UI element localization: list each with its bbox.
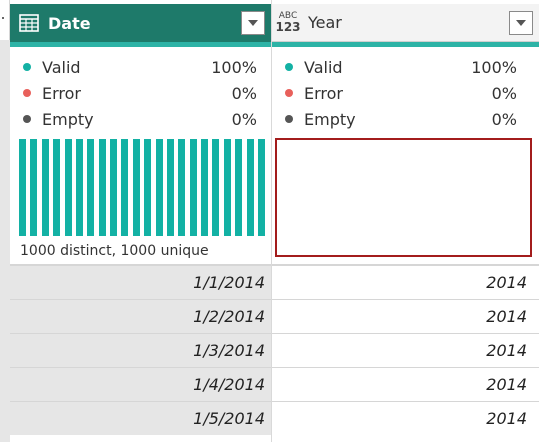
empty-value: 0% bbox=[491, 109, 517, 129]
histogram-bar[interactable] bbox=[87, 139, 94, 236]
histogram-bar[interactable] bbox=[178, 139, 185, 236]
histogram-bar[interactable] bbox=[133, 139, 140, 236]
histogram-bar[interactable] bbox=[247, 139, 254, 236]
histogram-bar[interactable] bbox=[156, 139, 163, 236]
histogram-bar[interactable] bbox=[201, 139, 208, 236]
date-column-title: Date bbox=[48, 13, 91, 33]
date-column: Date Valid 100% Error 0% Empty 0% 1000 d… bbox=[10, 0, 271, 442]
histogram-bar[interactable] bbox=[65, 139, 72, 236]
chevron-down-icon bbox=[516, 19, 526, 26]
error-label: Error bbox=[304, 83, 343, 103]
any-type-icon[interactable]: ABC 123 bbox=[275, 9, 301, 37]
histogram-bar[interactable] bbox=[212, 139, 219, 236]
date-column-header[interactable]: Date bbox=[10, 4, 271, 42]
date-cell[interactable]: 1/1/2014 bbox=[10, 265, 271, 299]
chevron-down-icon bbox=[248, 20, 258, 26]
date-valid-stat: Valid 100% bbox=[10, 54, 271, 80]
histogram-bar[interactable] bbox=[30, 139, 37, 236]
gutter-header bbox=[0, 0, 10, 40]
calendar-table-icon[interactable] bbox=[18, 13, 40, 33]
histogram-bar[interactable] bbox=[42, 139, 49, 236]
empty-dot-icon bbox=[23, 115, 31, 123]
type-icon-bottom-text: 123 bbox=[275, 20, 301, 34]
error-value: 0% bbox=[231, 83, 257, 103]
histogram-bar[interactable] bbox=[19, 139, 26, 236]
date-empty-stat: Empty 0% bbox=[10, 106, 271, 132]
error-dot-icon bbox=[285, 89, 293, 97]
histogram-bar[interactable] bbox=[144, 139, 151, 236]
empty-value: 0% bbox=[231, 109, 257, 129]
histogram-bar[interactable] bbox=[76, 139, 83, 236]
histogram-bar[interactable] bbox=[235, 139, 242, 236]
gutter-marker bbox=[2, 17, 4, 19]
valid-dot-icon bbox=[23, 63, 31, 71]
date-value-distribution-chart[interactable] bbox=[19, 139, 265, 236]
date-cell[interactable]: 1/4/2014 bbox=[10, 367, 271, 401]
valid-label: Valid bbox=[42, 57, 81, 77]
year-column-header[interactable]: ABC 123 Year bbox=[272, 4, 539, 42]
year-column-title: Year bbox=[308, 13, 342, 32]
date-filter-dropdown-button[interactable] bbox=[241, 11, 265, 35]
year-column-profile: Valid 100% Error 0% Empty 0% bbox=[272, 47, 539, 264]
histogram-bar[interactable] bbox=[121, 139, 128, 236]
year-cell[interactable]: 2014 bbox=[272, 367, 539, 401]
year-empty-stat: Empty 0% bbox=[272, 106, 539, 132]
date-cell[interactable]: 1/3/2014 bbox=[10, 333, 271, 367]
valid-value: 100% bbox=[211, 57, 257, 77]
year-valid-stat: Valid 100% bbox=[272, 54, 539, 80]
year-cell[interactable]: 2014 bbox=[272, 265, 539, 299]
error-dot-icon bbox=[23, 89, 31, 97]
valid-label: Valid bbox=[304, 57, 343, 77]
histogram-bar[interactable] bbox=[99, 139, 106, 236]
year-value-distribution-chart[interactable] bbox=[275, 138, 532, 257]
histogram-bar[interactable] bbox=[167, 139, 174, 236]
histogram-bar[interactable] bbox=[190, 139, 197, 236]
date-error-stat: Error 0% bbox=[10, 80, 271, 106]
year-filter-dropdown-button[interactable] bbox=[509, 10, 533, 35]
year-cell[interactable]: 2014 bbox=[272, 299, 539, 333]
valid-value: 100% bbox=[471, 57, 517, 77]
date-cell[interactable]: 1/5/2014 bbox=[10, 401, 271, 435]
year-error-stat: Error 0% bbox=[272, 80, 539, 106]
valid-dot-icon bbox=[285, 63, 293, 71]
error-value: 0% bbox=[491, 83, 517, 103]
histogram-bar[interactable] bbox=[53, 139, 60, 236]
date-column-profile: Valid 100% Error 0% Empty 0% 1000 distin… bbox=[10, 47, 271, 264]
empty-label: Empty bbox=[304, 109, 356, 129]
year-cell[interactable]: 2014 bbox=[272, 333, 539, 367]
empty-dot-icon bbox=[285, 115, 293, 123]
histogram-bar[interactable] bbox=[110, 139, 117, 236]
row-gutter bbox=[0, 0, 10, 442]
empty-label: Empty bbox=[42, 109, 94, 129]
histogram-bar[interactable] bbox=[224, 139, 231, 236]
year-column: ABC 123 Year Valid 100% Error 0% Empty 0… bbox=[271, 0, 539, 442]
error-label: Error bbox=[42, 83, 81, 103]
distribution-summary: 1000 distinct, 1000 unique bbox=[20, 243, 209, 259]
date-cell[interactable]: 1/2/2014 bbox=[10, 299, 271, 333]
histogram-bar[interactable] bbox=[258, 139, 265, 236]
year-cell[interactable]: 2014 bbox=[272, 401, 539, 435]
